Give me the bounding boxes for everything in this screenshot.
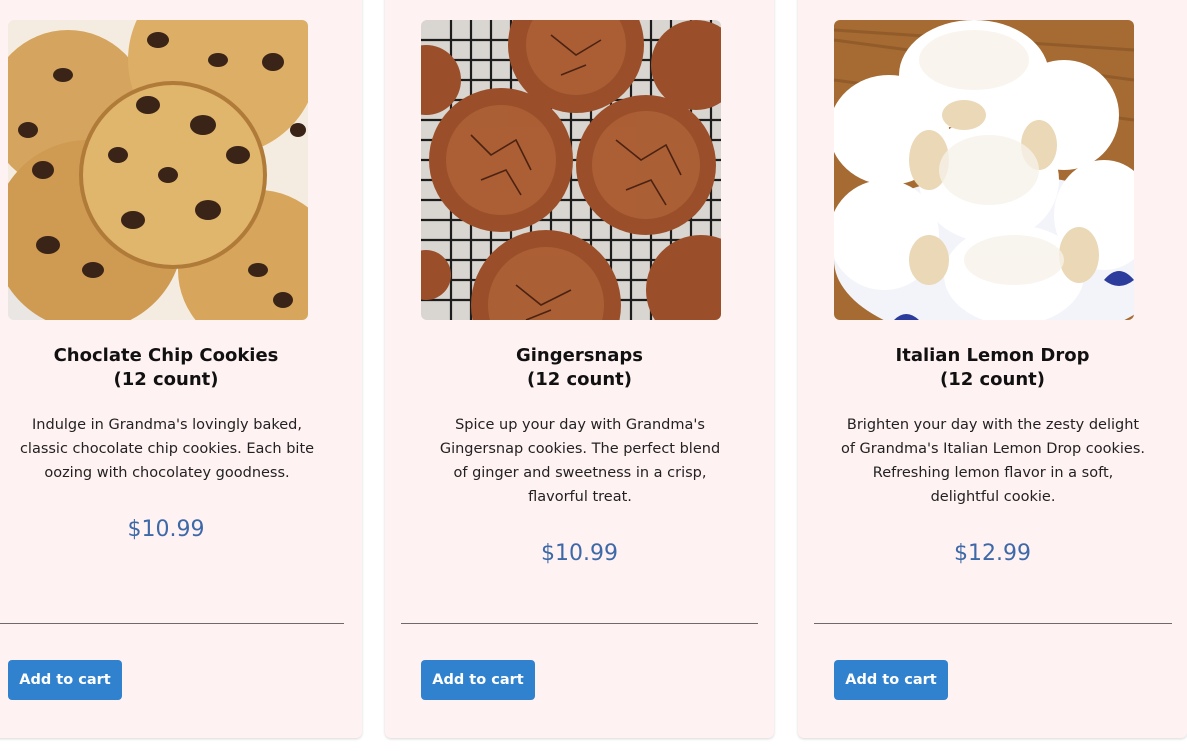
card-divider [0, 623, 344, 624]
product-title: Gingersnaps (12 count) [385, 344, 774, 392]
product-count: (12 count) [113, 369, 219, 390]
product-description: Indulge in Grandma's lovingly baked, cla… [19, 417, 315, 481]
product-price: $10.99 [541, 541, 618, 566]
product-count: (12 count) [939, 369, 1046, 390]
add-to-cart-button[interactable]: Add to cart [834, 660, 948, 700]
add-to-cart-button[interactable]: Add to cart [421, 660, 535, 700]
product-price: $12.99 [954, 541, 1031, 566]
product-count: (12 count) [526, 369, 633, 390]
product-description: Brighten your day with the zesty delight… [840, 417, 1146, 505]
add-to-cart-button[interactable]: Add to cart [8, 660, 122, 700]
product-card-italian-lemon-drop: Italian Lemon Drop (12 count) Brighten y… [798, 0, 1187, 738]
product-card-chocolate-chip: Choclate Chip Cookies (12 count) Indulge… [0, 0, 362, 738]
product-grid: Choclate Chip Cookies (12 count) Indulge… [0, 0, 1187, 751]
product-image-gingersnaps [421, 20, 721, 320]
product-image-chocolate-chip [8, 20, 308, 320]
card-divider [401, 623, 758, 624]
product-title: Choclate Chip Cookies (12 count) [0, 344, 332, 392]
product-name: Italian Lemon Drop [895, 345, 1090, 366]
product-name: Choclate Chip Cookies [53, 345, 279, 366]
product-image-italian-lemon-drop [834, 20, 1134, 320]
product-card-gingersnaps: Gingersnaps (12 count) Spice up your day… [385, 0, 774, 738]
product-price: $10.99 [127, 517, 205, 542]
product-description: Spice up your day with Grandma's Gingers… [439, 417, 721, 505]
card-divider [814, 623, 1172, 624]
product-title: Italian Lemon Drop (12 count) [798, 344, 1187, 392]
product-name: Gingersnaps [515, 345, 643, 366]
